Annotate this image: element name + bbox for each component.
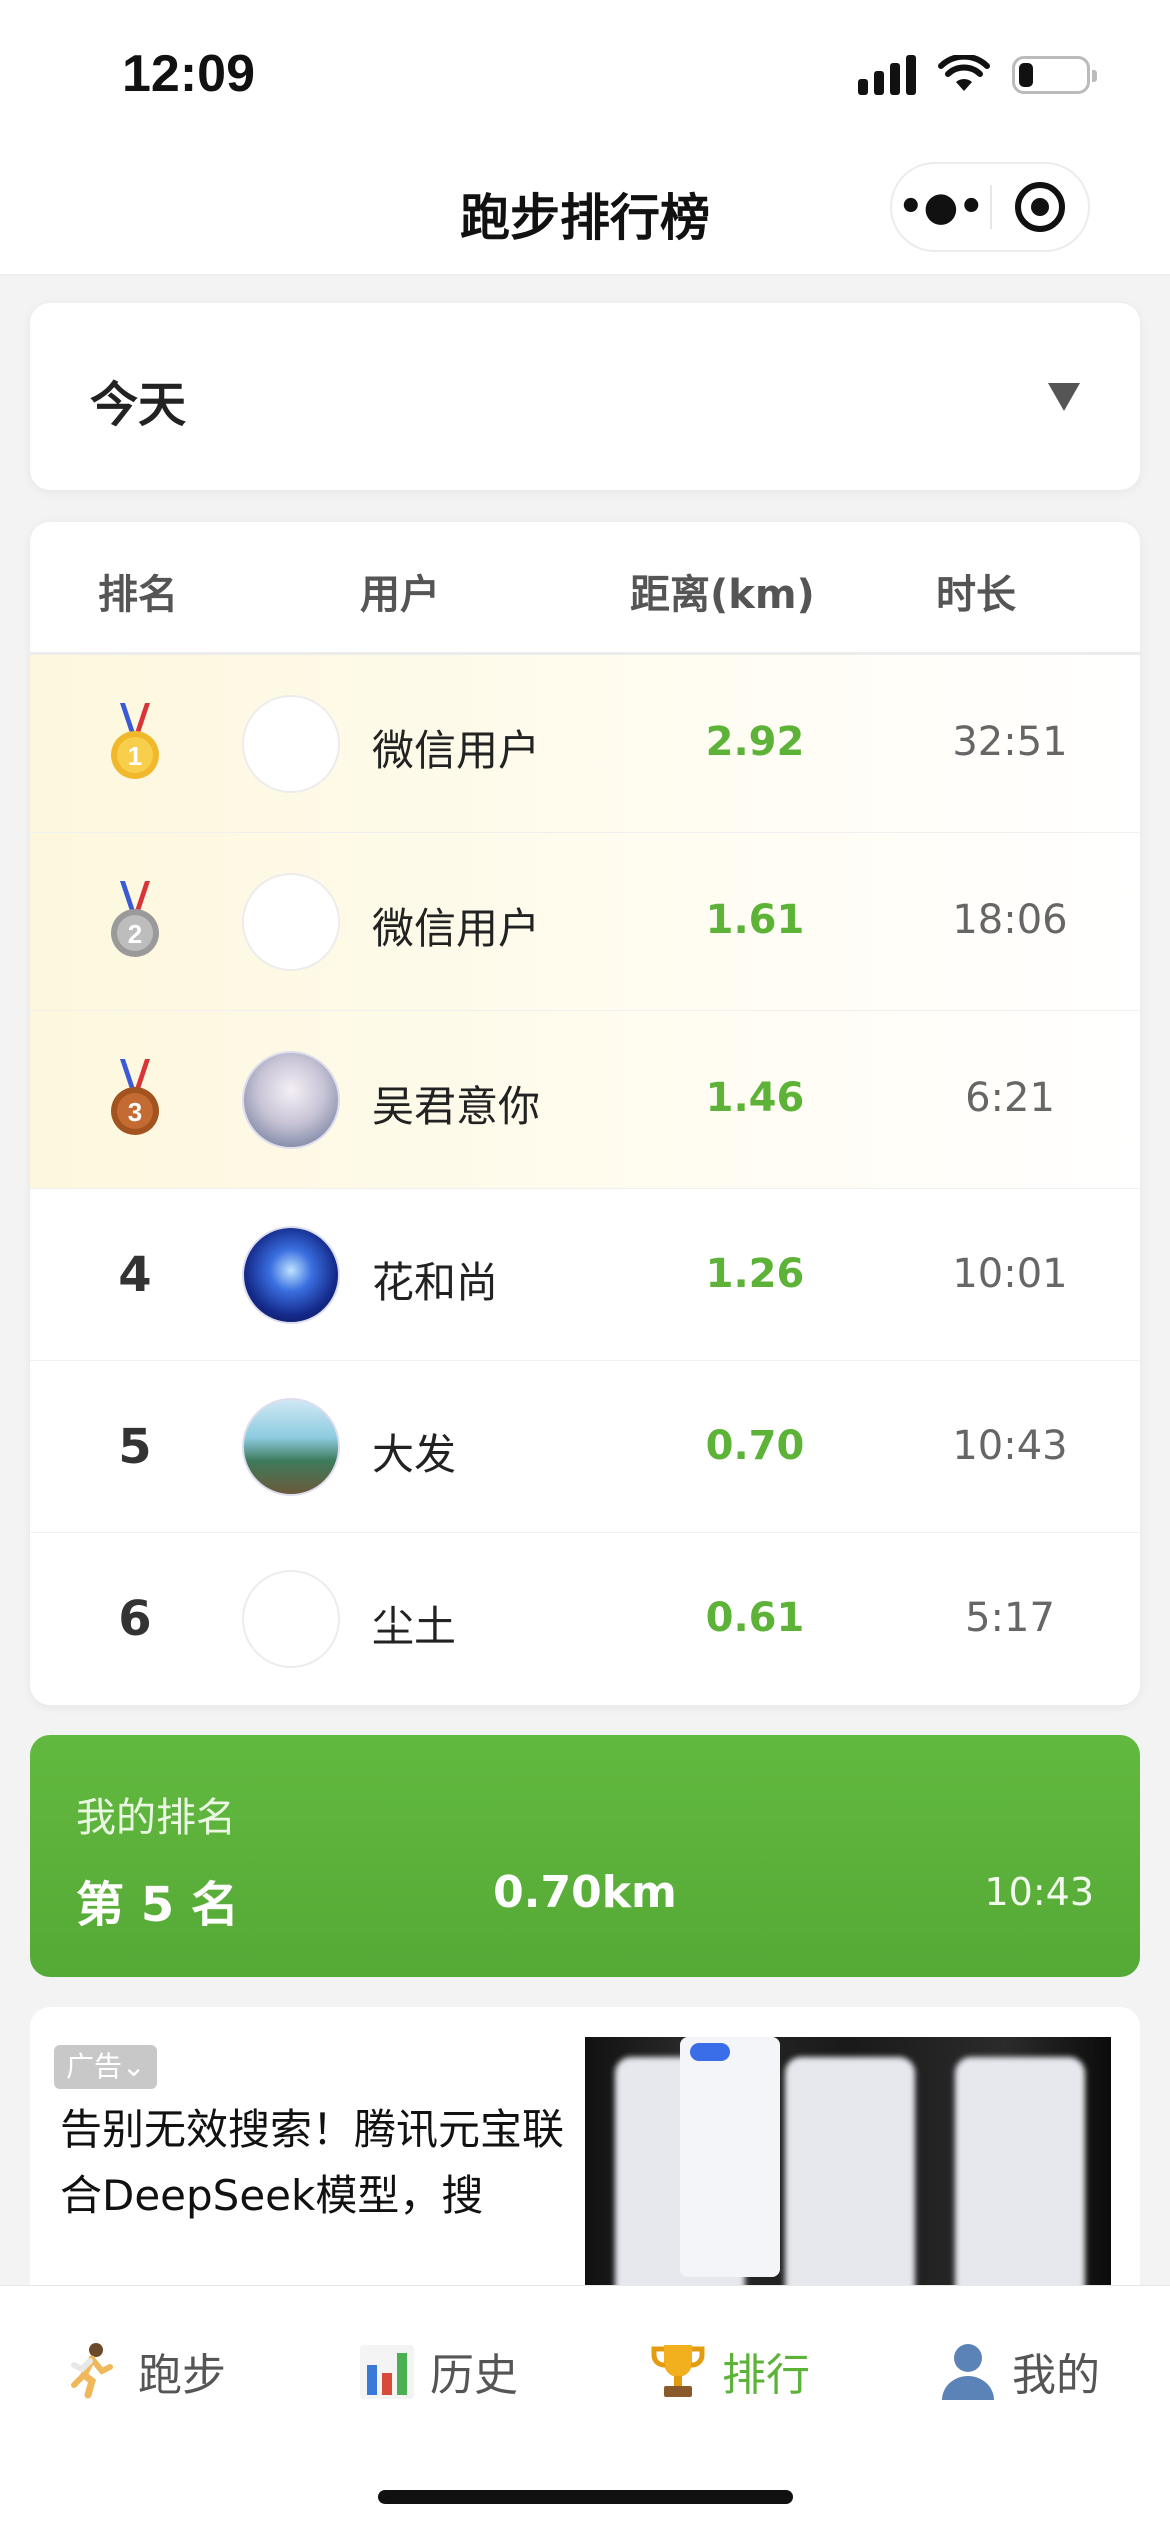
ad-badge[interactable]: 广告⌄ — [54, 2045, 158, 2089]
ad-banner[interactable]: 广告⌄ 告别无效搜索！腾讯元宝联合DeepSeek模型，搜 — [30, 2007, 1140, 2307]
distance-value: 1.26 — [705, 1251, 805, 1297]
user-name: 花和尚 — [372, 1258, 499, 1307]
my-distance-value: 0.70km — [493, 1867, 677, 1918]
duration-value: 32:51 — [952, 719, 1068, 765]
status-bar: 12:09 — [0, 0, 1170, 150]
avatar — [242, 1570, 340, 1668]
cellular-signal-icon — [858, 55, 916, 95]
gold-medal-icon: 1 — [111, 703, 159, 779]
tab-run[interactable]: 跑步 — [62, 2336, 226, 2406]
header-duration: 时长 — [936, 572, 1016, 618]
tab-label: 跑步 — [138, 2350, 226, 2401]
rank-number: 4 — [118, 1247, 152, 1303]
tab-label: 我的 — [1012, 2350, 1100, 2401]
user-name: 尘土 — [372, 1602, 457, 1651]
svg-text:1: 1 — [128, 741, 142, 771]
status-icons — [858, 55, 1097, 95]
duration-value: 5:17 — [965, 1595, 1055, 1641]
duration-value: 10:43 — [952, 1423, 1068, 1469]
avatar — [242, 1226, 340, 1324]
wifi-icon — [938, 55, 990, 91]
user-name: 大发 — [372, 1430, 457, 1479]
tab-label: 排行 — [722, 2350, 810, 2401]
duration-value: 6:21 — [965, 1075, 1055, 1121]
distance-value: 0.70 — [705, 1423, 805, 1469]
bronze-medal-icon: 3 — [111, 1059, 159, 1135]
silver-medal-icon: 2 — [111, 881, 159, 957]
table-row[interactable]: 5 大发 0.70 10:43 — [30, 1361, 1140, 1533]
ranking-table: 排名 用户 距离(km) 时长 1 微信用户 2.92 32:51 2 微信用户… — [30, 522, 1140, 1705]
avatar — [242, 1051, 340, 1149]
duration-value: 10:01 — [952, 1251, 1068, 1297]
tab-ranking[interactable]: 排行 — [650, 2336, 810, 2406]
runner-icon — [71, 2343, 113, 2399]
rank-number: 5 — [118, 1419, 152, 1475]
header-user: 用户 — [360, 572, 440, 618]
duration-value: 18:06 — [952, 897, 1068, 943]
home-indicator — [378, 2490, 793, 2504]
my-rank-card: 我的排名 第 5 名 0.70km 10:43 — [30, 1735, 1140, 1977]
svg-text:3: 3 — [128, 1097, 142, 1127]
distance-value: 2.92 — [705, 719, 805, 765]
more-dots-icon[interactable]: •●• — [892, 162, 990, 252]
distance-value: 1.61 — [705, 897, 805, 943]
header-rank: 排名 — [98, 572, 178, 618]
tab-label: 历史 — [430, 2350, 518, 2401]
date-filter-select[interactable]: 今天 — [30, 303, 1140, 490]
dropdown-triangle-icon — [1048, 383, 1080, 411]
user-icon — [942, 2344, 994, 2400]
trophy-icon — [651, 2345, 705, 2397]
status-time: 12:09 — [122, 45, 255, 103]
my-rank-title: 我的排名 — [76, 1795, 236, 1841]
navigation-bar: 跑步排行榜 •●• — [0, 150, 1170, 275]
user-name: 微信用户 — [372, 726, 541, 775]
svg-text:2: 2 — [128, 919, 142, 949]
table-row[interactable]: 1 微信用户 2.92 32:51 — [30, 655, 1140, 833]
tab-history[interactable]: 历史 — [360, 2336, 518, 2406]
miniprogram-capsule: •●• — [890, 162, 1090, 252]
table-row[interactable]: 6 尘土 0.61 5:17 — [30, 1533, 1140, 1705]
date-filter-value: 今天 — [90, 377, 187, 433]
ad-text: 告别无效搜索！腾讯元宝联合DeepSeek模型，搜 — [60, 2105, 565, 2220]
header-distance: 距离(km) — [630, 572, 815, 618]
user-name: 吴君意你 — [372, 1082, 541, 1131]
table-row[interactable]: 4 花和尚 1.26 10:01 — [30, 1189, 1140, 1361]
avatar — [242, 1398, 340, 1496]
bar-chart-icon — [360, 2345, 414, 2399]
rank-number: 6 — [118, 1591, 152, 1647]
table-header: 排名 用户 距离(km) 时长 — [30, 522, 1140, 655]
avatar — [242, 873, 340, 971]
ad-image — [585, 2037, 1111, 2307]
distance-value: 1.46 — [705, 1075, 805, 1121]
tab-mine[interactable]: 我的 — [940, 2336, 1100, 2406]
avatar — [242, 695, 340, 793]
user-name: 微信用户 — [372, 904, 541, 953]
my-duration-value: 10:43 — [984, 1870, 1094, 1914]
table-row[interactable]: 3 吴君意你 1.46 6:21 — [30, 1011, 1140, 1189]
target-circle-icon[interactable] — [992, 182, 1088, 232]
battery-icon — [1012, 56, 1097, 94]
table-row[interactable]: 2 微信用户 1.61 18:06 — [30, 833, 1140, 1011]
distance-value: 0.61 — [705, 1595, 805, 1641]
